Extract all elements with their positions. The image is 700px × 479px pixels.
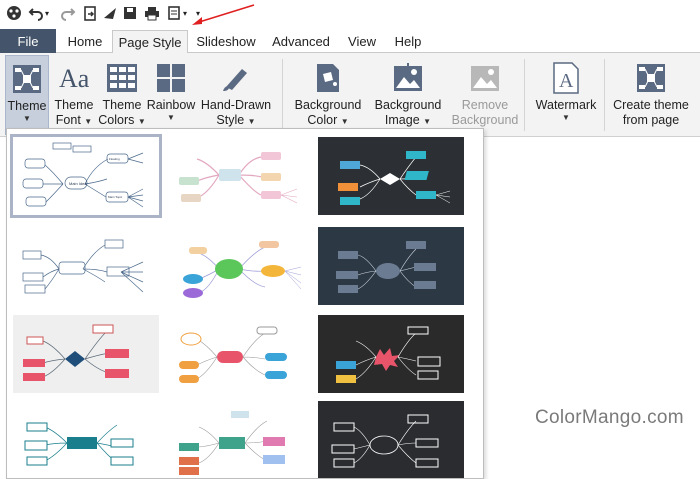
rainbow-button[interactable]: Rainbow ▼: [147, 55, 195, 135]
theme-thumbnail[interactable]: [13, 315, 159, 393]
create-theme-label-2: from page: [622, 113, 680, 127]
main-idea-text: Main Idea: [69, 181, 87, 186]
theme-colors-label-1: Theme: [102, 98, 142, 112]
tab-view[interactable]: View: [342, 30, 382, 53]
tab-help[interactable]: Help: [388, 30, 428, 53]
background-color-button[interactable]: Background Color ▼: [290, 55, 366, 135]
theme-thumbnail[interactable]: [13, 227, 159, 305]
save-icon[interactable]: [120, 3, 140, 23]
hand-drawn-label-2: Style: [216, 113, 245, 127]
rainbow-label: Rainbow: [146, 98, 196, 112]
image-icon: [392, 62, 424, 94]
chevron-down-icon: ▼: [23, 114, 31, 123]
theme-thumbnail[interactable]: [318, 401, 464, 478]
create-theme-label-1: Create theme: [613, 98, 689, 112]
ribbon-separator: [282, 59, 283, 131]
background-color-label-2: Color: [307, 113, 338, 127]
tab-page-style[interactable]: Page Style: [112, 30, 188, 54]
tab-advanced[interactable]: Advanced: [268, 30, 334, 53]
watermark-com: .com: [641, 407, 684, 428]
remove-background-label-1: Remove: [461, 98, 509, 112]
create-theme-button[interactable]: Create theme from page: [610, 55, 692, 135]
hand-drawn-label-1: Hand-Drawn: [200, 98, 272, 112]
theme-thumbnail[interactable]: [13, 401, 159, 478]
svg-text:A: A: [559, 70, 574, 92]
theme-icon: [11, 63, 43, 95]
watermark-mango: Mango: [581, 407, 642, 428]
remove-background-button[interactable]: Remove Background: [450, 55, 520, 135]
annotation-arrow: [192, 4, 255, 25]
theme-thumbnail[interactable]: [318, 315, 464, 393]
quick-access-toolbar: ▾ ▾ ▾: [0, 0, 700, 28]
chevron-down-icon: ▼: [562, 113, 570, 122]
background-image-label-1: Background: [374, 98, 442, 112]
theme-thumbnail[interactable]: [169, 401, 315, 478]
theme-thumbnail[interactable]: [169, 315, 315, 393]
theme-thumbnail[interactable]: [169, 137, 315, 215]
app-window: ▾ ▾ ▾ File Home Page Style Slideshow Adv…: [0, 0, 700, 479]
watermark-label: Watermark: [535, 98, 597, 112]
background-color-label-1: Background: [294, 98, 362, 112]
color-grid-icon: [106, 62, 138, 94]
theme-thumbnail[interactable]: [318, 227, 464, 305]
export-icon[interactable]: [80, 3, 100, 23]
theme-colors-label-2: Colors: [98, 113, 135, 127]
brush-icon: [220, 62, 252, 94]
undo-dropdown-icon[interactable]: ▾: [42, 3, 52, 23]
watermark-icon: A: [550, 62, 582, 94]
floating-text: Floating: [109, 157, 120, 161]
background-image-button[interactable]: Background Image ▼: [370, 55, 446, 135]
watermark-button[interactable]: A Watermark ▼: [531, 55, 601, 135]
site-watermark: ColorMango.com: [535, 407, 684, 429]
ribbon-separator: [604, 59, 605, 131]
background-image-label-2: Image: [384, 113, 420, 127]
watermark-color: Color: [535, 407, 582, 428]
redo-icon[interactable]: [58, 3, 78, 23]
tab-home[interactable]: Home: [61, 30, 109, 53]
chevron-down-icon: ▼: [167, 113, 175, 122]
remove-image-icon: [469, 62, 501, 94]
paint-bucket-icon: [312, 62, 344, 94]
tab-slideshow[interactable]: Slideshow: [192, 30, 260, 53]
font-icon: Aa: [58, 62, 90, 94]
ribbon-separator: [524, 59, 525, 131]
theme-button[interactable]: Theme ▼: [5, 55, 49, 135]
remove-background-label-2: Background: [451, 113, 519, 127]
share-icon[interactable]: [100, 3, 120, 23]
theme-font-label-1: Theme: [54, 98, 94, 112]
theme-font-label-2: Font: [55, 113, 81, 127]
create-theme-icon: [635, 62, 667, 94]
rainbow-icon: [155, 62, 187, 94]
ribbon-page-style: Theme ▼ Aa Theme Font ▼ Theme Colors ▼ R…: [0, 53, 700, 137]
theme-thumbnail[interactable]: [169, 227, 315, 305]
theme-label: Theme: [7, 99, 47, 113]
new-icon[interactable]: [4, 3, 24, 23]
theme-gallery: Main Idea Floating Main Topic: [6, 128, 484, 479]
main-topic-text: Main Topic: [108, 195, 123, 199]
theme-thumbnail[interactable]: [318, 137, 464, 215]
theme-font-button[interactable]: Aa Theme Font ▼: [52, 55, 96, 135]
theme-thumbnail[interactable]: Main Idea Floating Main Topic: [10, 134, 162, 218]
print-icon[interactable]: [142, 3, 162, 23]
hand-drawn-style-button[interactable]: Hand-Drawn Style ▼: [200, 55, 272, 135]
ribbon-tab-bar: File Home Page Style Slideshow Advanced …: [0, 28, 700, 54]
svg-text:Aa: Aa: [59, 64, 90, 93]
theme-colors-button[interactable]: Theme Colors ▼: [98, 55, 146, 135]
tab-file[interactable]: File: [0, 29, 56, 53]
